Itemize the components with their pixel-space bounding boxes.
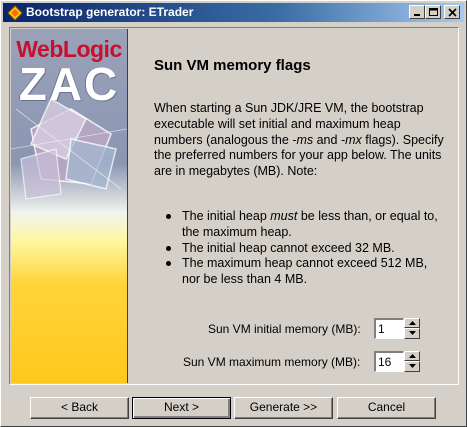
note3-text: The maximum heap cannot exceed 512 MB, n… bbox=[182, 256, 428, 287]
bullet-icon bbox=[166, 261, 171, 267]
maximum-memory-arrows bbox=[404, 351, 420, 372]
arrow-down-icon bbox=[409, 364, 416, 368]
note1-pre: The initial heap bbox=[182, 209, 271, 223]
note1-emphasis: must bbox=[270, 209, 298, 223]
initial-memory-input[interactable] bbox=[374, 318, 404, 339]
maximize-button[interactable] bbox=[425, 5, 441, 19]
intro-paragraph: When starting a Sun JDK/JRE VM, the boot… bbox=[154, 101, 449, 180]
maximize-icon bbox=[429, 8, 438, 16]
maximum-memory-down-button[interactable] bbox=[404, 361, 420, 372]
bullet-icon bbox=[166, 214, 171, 219]
crystal-art-icon bbox=[11, 97, 127, 200]
page-heading: Sun VM memory flags bbox=[154, 57, 311, 74]
flag-ms-text: -ms bbox=[292, 132, 314, 147]
close-icon bbox=[448, 8, 457, 17]
maximum-memory-input[interactable] bbox=[374, 351, 404, 372]
arrow-down-icon bbox=[409, 331, 416, 335]
list-item: The maximum heap cannot exceed 512 MB, n… bbox=[166, 256, 446, 288]
bootstrap-generator-window: Bootstrap generator: ETrader WebLogic ZA… bbox=[0, 0, 467, 427]
notes-list: The initial heap must be less than, or e… bbox=[166, 209, 446, 288]
maximum-memory-label: Sun VM maximum memory (MB): bbox=[183, 355, 361, 369]
cancel-button[interactable]: Cancel bbox=[337, 397, 436, 419]
title-bar[interactable]: Bootstrap generator: ETrader bbox=[3, 3, 464, 22]
initial-memory-arrows bbox=[404, 318, 420, 339]
generate-button[interactable]: Generate >> bbox=[234, 397, 333, 419]
list-item: The initial heap cannot exceed 32 MB. bbox=[166, 241, 446, 257]
initial-memory-label: Sun VM initial memory (MB): bbox=[208, 322, 361, 336]
sidebar-divider bbox=[127, 29, 128, 383]
back-button[interactable]: < Back bbox=[30, 397, 129, 419]
arrow-up-icon bbox=[409, 321, 416, 325]
content-area: Sun VM memory flags When starting a Sun … bbox=[136, 29, 456, 383]
minimize-icon bbox=[414, 14, 420, 16]
maximum-memory-up-button[interactable] bbox=[404, 351, 420, 361]
maximum-memory-spinner[interactable] bbox=[374, 351, 420, 372]
note2-text: The initial heap cannot exceed 32 MB. bbox=[182, 240, 395, 255]
sidebar-banner: WebLogic ZAC bbox=[11, 29, 127, 383]
initial-memory-down-button[interactable] bbox=[404, 328, 420, 339]
minimize-button[interactable] bbox=[409, 5, 425, 19]
arrow-up-icon bbox=[409, 354, 416, 358]
next-button[interactable]: Next > bbox=[132, 397, 231, 419]
intro-text-and: and bbox=[313, 132, 341, 147]
list-item: The initial heap must be less than, or e… bbox=[166, 209, 446, 241]
initial-memory-up-button[interactable] bbox=[404, 318, 420, 328]
app-icon bbox=[7, 5, 23, 21]
close-button[interactable] bbox=[444, 5, 460, 19]
initial-memory-spinner[interactable] bbox=[374, 318, 420, 339]
wizard-panel: WebLogic ZAC Sun VM memory flags When st… bbox=[9, 27, 459, 385]
window-title: Bootstrap generator: ETrader bbox=[26, 5, 194, 19]
flag-mx-text: -mx bbox=[340, 132, 362, 147]
bullet-icon bbox=[166, 245, 171, 251]
